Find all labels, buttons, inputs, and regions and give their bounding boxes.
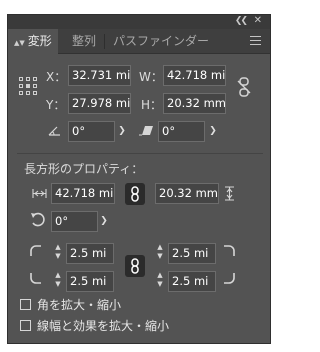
tab-label: 変形 — [27, 34, 52, 48]
corner-bottom-right-icon — [224, 273, 235, 284]
corner-tr-field[interactable]: 2.5 mi — [168, 243, 216, 264]
scale-corners-label: 角を拡大・縮小 — [37, 298, 122, 312]
corner-bl-field[interactable]: 2.5 mi — [66, 271, 114, 292]
section-title: 長方形のプロパティ： — [24, 162, 144, 176]
rotate-field[interactable]: 0° — [68, 121, 115, 142]
scale-strokes-label: 線幅と効果を拡大・縮小 — [37, 319, 170, 333]
shear-field[interactable]: 0° — [158, 121, 205, 142]
h-field[interactable]: 20.32 mm — [163, 93, 226, 114]
scale-strokes-checkbox[interactable] — [20, 320, 31, 331]
panel-title-strip: ❮❮ ✕ — [8, 15, 270, 29]
chevron-down-icon[interactable]: ❯ — [205, 121, 221, 142]
rect-angle-field[interactable]: 0° — [51, 211, 98, 232]
y-label: Y： — [46, 98, 66, 112]
corner-tl-field[interactable]: 2.5 mi — [66, 243, 114, 264]
h-label: H： — [141, 98, 163, 112]
rect-height-field[interactable]: 20.32 mm — [155, 183, 219, 204]
rect-width-field[interactable]: 42.718 mi — [51, 183, 115, 204]
chevron-down-icon[interactable]: ❯ — [96, 211, 112, 232]
w-label: W： — [139, 70, 163, 84]
rect-height-icon — [225, 186, 234, 201]
sort-arrows-icon: ▲▼ — [14, 39, 25, 47]
corner-top-left-icon — [30, 245, 41, 256]
link-icon[interactable] — [125, 183, 145, 205]
tab-pathfinder[interactable]: パスファインダー — [107, 29, 215, 54]
reference-point-icon[interactable] — [19, 77, 38, 96]
w-field[interactable]: 42.718 mi — [163, 65, 226, 86]
tab-transform[interactable]: ▲▼ 変形 — [8, 29, 58, 54]
corner-bottom-left-icon — [30, 273, 41, 284]
stepper-icon[interactable]: ▲ ▼ — [53, 243, 63, 263]
link-icon[interactable] — [125, 255, 145, 277]
section-divider — [17, 153, 263, 154]
tab-label: 整列 — [72, 34, 97, 48]
tab-align[interactable]: 整列 — [66, 29, 102, 54]
shear-icon — [139, 126, 153, 136]
transform-panel: ❮❮ ✕ ▲▼ 変形 整列 パスファインダー X： 32.731 mi W： 42… — [7, 14, 271, 344]
rect-width-icon — [32, 189, 47, 198]
rotate-icon — [31, 212, 45, 227]
panel-menu-icon[interactable] — [250, 36, 261, 45]
x-label: X： — [46, 70, 67, 84]
y-field[interactable]: 27.978 mi — [68, 93, 131, 114]
stepper-icon[interactable]: ▲ ▼ — [53, 271, 63, 291]
tab-divider — [104, 34, 105, 49]
unlink-icon[interactable] — [237, 77, 251, 97]
stepper-icon[interactable]: ▲ ▼ — [155, 271, 165, 291]
chevron-down-icon[interactable]: ❯ — [114, 121, 130, 142]
corner-br-field[interactable]: 2.5 mi — [168, 271, 216, 292]
tab-label: パスファインダー — [113, 34, 210, 48]
scale-corners-checkbox[interactable] — [20, 299, 31, 310]
stepper-icon[interactable]: ▲ ▼ — [155, 243, 165, 263]
close-icon[interactable]: ✕ — [254, 15, 262, 26]
tab-bar: ▲▼ 変形 整列 パスファインダー — [8, 29, 270, 54]
corner-top-right-icon — [224, 245, 235, 256]
double-chevron-icon[interactable]: ❮❮ — [235, 16, 248, 26]
rotate-angle-icon — [48, 126, 60, 136]
x-field[interactable]: 32.731 mi — [68, 65, 131, 86]
